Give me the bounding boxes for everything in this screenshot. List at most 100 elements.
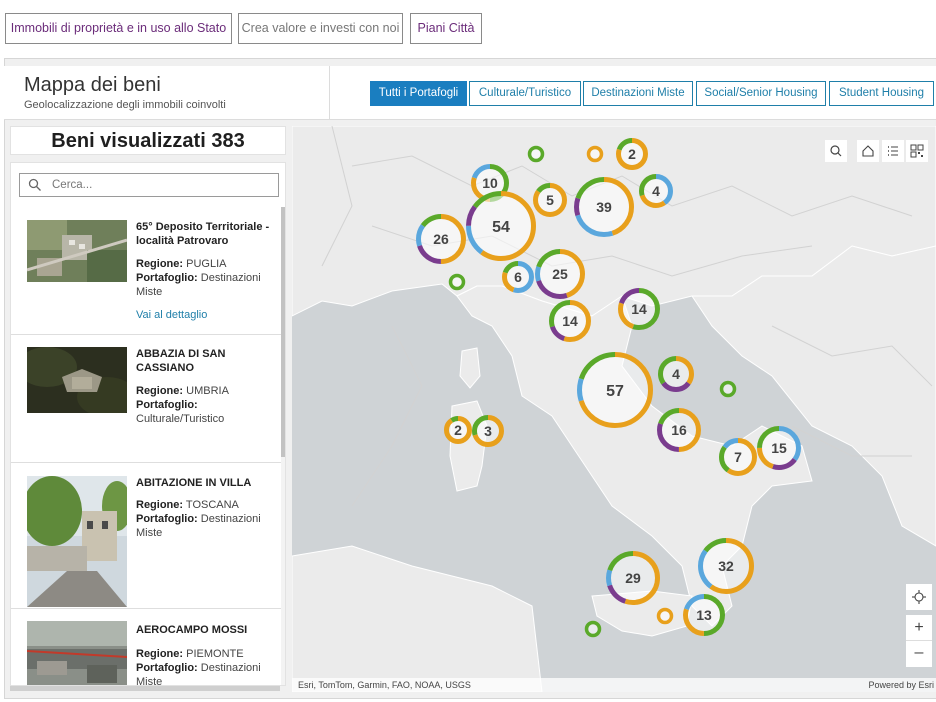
cluster-count-label: 13 <box>696 607 712 623</box>
cluster-count-label: 7 <box>734 449 742 465</box>
map-cluster[interactable] <box>586 145 604 163</box>
airfield-photo-thumbnail <box>27 621 127 685</box>
locate-control[interactable] <box>906 584 932 610</box>
zoom-out-icon: – <box>914 644 924 661</box>
filter-social-senior-housing[interactable]: Social/Senior Housing <box>696 81 826 106</box>
cluster-count-label: 25 <box>552 266 568 282</box>
villa-photo-thumbnail <box>27 476 127 607</box>
item-portfolio: Portafoglio: Destinazioni Miste <box>136 513 261 539</box>
map-cluster[interactable]: 13 <box>683 594 725 636</box>
item-region: Regione: TOSCANA <box>136 499 239 511</box>
search-input[interactable]: Cerca... <box>19 173 279 197</box>
cluster-count-label: 2 <box>628 146 636 162</box>
map-cluster[interactable]: 7 <box>719 438 757 476</box>
map-cluster[interactable]: 2 <box>616 138 648 170</box>
item-name: 65° Deposito Territoriale - località Pat… <box>136 221 270 247</box>
filter-destinazioni-miste[interactable]: Destinazioni Miste <box>583 81 693 106</box>
page-subtitle: Geolocalizzazione degli immobili coinvol… <box>24 99 226 111</box>
map-legend-button[interactable] <box>882 140 904 162</box>
item-name: AEROCAMPO MOSSI <box>136 624 248 636</box>
item-portfolio: Portafoglio: Culturale/Turistico <box>136 399 225 425</box>
cluster-count-label: 14 <box>562 313 578 329</box>
map-cluster[interactable]: 54 <box>466 191 536 261</box>
zoom-in-button[interactable]: + <box>906 615 932 641</box>
item-region: Regione: PUGLIA <box>136 258 227 270</box>
item-portfolio: Portafoglio: Destinazioni Miste <box>136 272 261 298</box>
map-cluster[interactable]: 2 <box>444 416 472 444</box>
map-cluster[interactable] <box>719 380 737 398</box>
map-cluster[interactable]: 14 <box>549 300 591 342</box>
map-cluster[interactable]: 39 <box>574 177 634 237</box>
cluster-count-label: 14 <box>631 301 647 317</box>
home-icon <box>862 145 874 157</box>
zoom-out-button[interactable]: – <box>906 641 932 667</box>
map-cluster[interactable]: 26 <box>416 214 466 264</box>
map-cluster[interactable]: 25 <box>535 249 585 299</box>
cluster-count-label: 5 <box>546 192 554 208</box>
cluster-count-label: 54 <box>492 219 510 236</box>
title-box: Mappa dei beni Geolocalizzazione degli i… <box>10 66 330 120</box>
map-home-button[interactable] <box>857 140 879 162</box>
abbey-photo-thumbnail <box>27 347 127 413</box>
zoom-control: + – <box>906 615 932 667</box>
list-item[interactable]: 65° Deposito Territoriale - località Pat… <box>11 207 281 335</box>
cluster-count-label: 4 <box>672 366 680 382</box>
detail-link[interactable]: Vai al dettaglio <box>136 309 207 321</box>
cluster-count-label: 39 <box>596 199 612 215</box>
list-horizontal-scrollbar[interactable] <box>10 686 280 691</box>
map-cluster[interactable] <box>448 273 466 291</box>
search-placeholder: Cerca... <box>52 179 93 191</box>
map-cluster[interactable]: 5 <box>533 183 567 217</box>
map-cluster[interactable]: 29 <box>606 551 660 605</box>
map-cluster[interactable]: 6 <box>502 261 534 293</box>
item-name: ABITAZIONE IN VILLA <box>136 477 252 489</box>
list-item[interactable]: ABITAZIONE IN VILLA Regione: TOSCANA Por… <box>11 463 281 609</box>
page-title: Mappa dei beni <box>24 74 161 96</box>
item-region: Regione: UMBRIA <box>136 385 229 397</box>
item-portfolio: Portafoglio: Destinazioni Miste <box>136 662 261 686</box>
basemap: 210543954266 251414574162 3715293213 <box>292 126 936 692</box>
cluster-count-label: 3 <box>484 423 492 439</box>
list-item[interactable]: ABBAZIA DI SAN CASSIANO Regione: UMBRIA … <box>11 335 281 463</box>
map-cluster[interactable]: 4 <box>639 174 673 208</box>
cluster-count-label: 2 <box>454 422 462 438</box>
map-cluster[interactable]: 15 <box>757 426 801 470</box>
map-cluster[interactable]: 16 <box>657 408 701 452</box>
cluster-count-label: 57 <box>606 383 624 400</box>
list-scrollbar-thumb[interactable] <box>281 207 285 457</box>
cluster-count-label: 16 <box>671 422 687 438</box>
asset-list-panel: Cerca... 65° Deposito Territoriale - loc… <box>10 162 286 686</box>
filter-culturale-turistico[interactable]: Culturale/Turistico <box>469 81 581 106</box>
search-icon <box>28 178 41 191</box>
map-cluster[interactable] <box>584 620 602 638</box>
map-cluster[interactable]: 14 <box>618 288 660 330</box>
dashboard-header: Mappa dei beni Geolocalizzazione degli i… <box>4 66 936 120</box>
filter-tutti-portafogli[interactable]: Tutti i Portafogli <box>370 81 467 106</box>
attribution-text: Esri, TomTom, Garmin, FAO, NOAA, USGS <box>298 680 471 690</box>
map-qr-button[interactable] <box>906 140 928 162</box>
tab-crea-valore[interactable]: Crea valore e investi con noi <box>238 13 403 44</box>
cluster-count-label: 15 <box>771 440 787 456</box>
powered-by-text: Powered by Esri <box>868 680 934 690</box>
locate-icon <box>912 590 926 604</box>
cluster-count-label: 29 <box>625 570 641 586</box>
map-cluster[interactable]: 4 <box>658 356 694 392</box>
map-cluster[interactable]: 32 <box>698 538 754 594</box>
filter-student-housing[interactable]: Student Housing <box>829 81 934 106</box>
map-cluster[interactable]: 3 <box>472 415 504 447</box>
item-region: Regione: PIEMONTE <box>136 648 244 660</box>
map-cluster[interactable] <box>527 145 545 163</box>
map-search-button[interactable] <box>825 140 847 162</box>
map-cluster[interactable] <box>656 607 674 625</box>
map-cluster[interactable]: 57 <box>577 352 653 428</box>
aerial-photo-thumbnail <box>27 220 127 282</box>
item-name: ABBAZIA DI SAN CASSIANO <box>136 348 226 374</box>
search-icon <box>830 145 842 157</box>
top-navigation: Immobili di proprietà e in uso allo Stat… <box>0 0 936 58</box>
map-attribution: Esri, TomTom, Garmin, FAO, NOAA, USGS Po… <box>292 678 936 692</box>
tab-immobili-stato[interactable]: Immobili di proprietà e in uso allo Stat… <box>5 13 232 44</box>
cluster-count-label: 32 <box>718 558 734 574</box>
list-item[interactable]: AEROCAMPO MOSSI Regione: PIEMONTE Portaf… <box>11 609 281 686</box>
tab-piani-citta[interactable]: Piani Città <box>410 13 482 44</box>
map-view[interactable]: 2 10 5 4 39 54 26 6 25 14 14 57 4 16 2 3 7 15 29 32 13 <box>292 126 936 692</box>
